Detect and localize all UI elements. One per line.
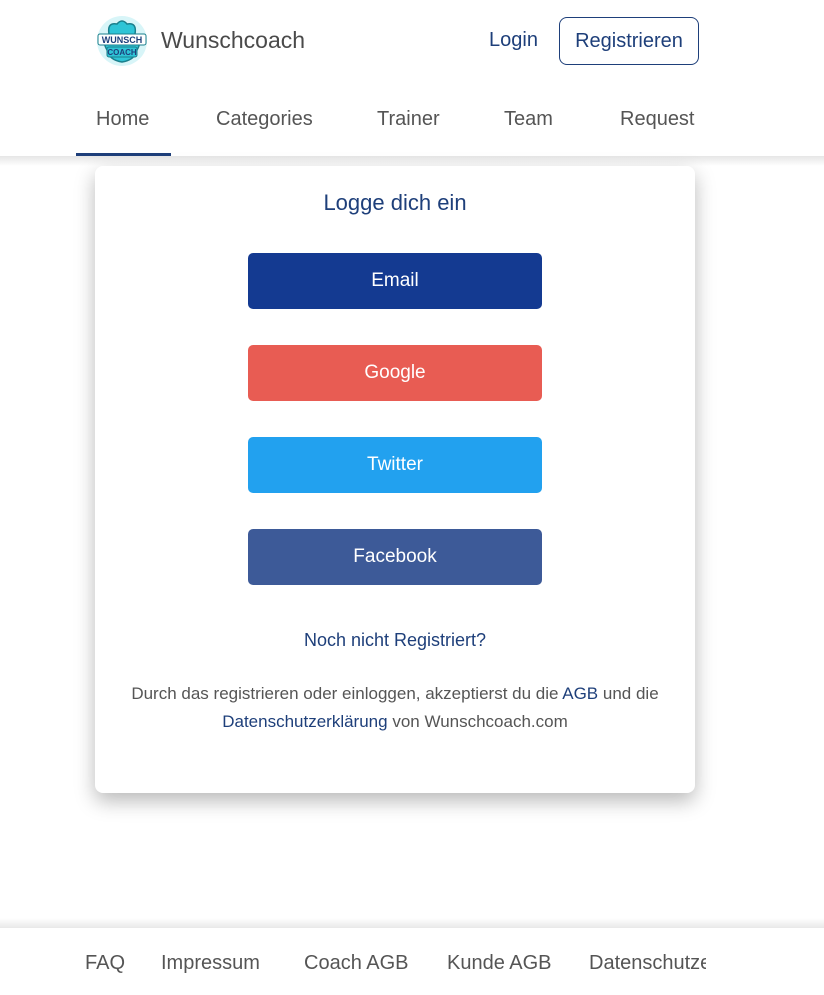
terms-part2: und die — [598, 684, 659, 703]
terms-text: Durch das registrieren oder einloggen, a… — [125, 680, 665, 736]
header-shadow — [0, 156, 824, 166]
footer-shadow — [0, 918, 824, 928]
email-login-button[interactable]: Email — [248, 253, 542, 309]
site-footer: FAQ Impressum Coach AGB Kunde AGB Datens… — [0, 928, 824, 995]
register-button[interactable]: Registrieren — [559, 17, 699, 65]
login-title: Logge dich ein — [323, 190, 467, 215]
terms-part3: von Wunschcoach.com — [387, 712, 568, 731]
login-card: Logge dich ein Email Google Twitter Face… — [95, 166, 695, 793]
footer-links: FAQ Impressum Coach AGB Kunde AGB Datens… — [0, 928, 706, 995]
facebook-login-button[interactable]: Facebook — [248, 529, 542, 585]
nav-item-home[interactable]: Home — [96, 108, 149, 131]
nav-item-team[interactable]: Team — [504, 108, 553, 131]
twitter-login-button[interactable]: Twitter — [248, 437, 542, 493]
footer-faq-link[interactable]: FAQ — [85, 952, 125, 975]
site-header: WUNSCH COACH Wunschcoach Login Registrie… — [0, 0, 824, 156]
nav-item-trainer[interactable]: Trainer — [377, 108, 440, 131]
privacy-link[interactable]: Datenschutzerklärung — [222, 712, 387, 731]
logo-text-top: WUNSCH — [102, 35, 143, 45]
login-link[interactable]: Login — [489, 29, 538, 52]
footer-coach-agb-link[interactable]: Coach AGB — [304, 952, 409, 975]
main-nav: Home Categories Trainer Team Request — [0, 100, 824, 156]
brand-name[interactable]: Wunschcoach — [161, 27, 305, 54]
nav-item-categories[interactable]: Categories — [216, 108, 313, 131]
footer-kunde-agb-link[interactable]: Kunde AGB — [447, 952, 552, 975]
agb-link[interactable]: AGB — [562, 684, 598, 703]
terms-part1: Durch das registrieren oder einloggen, a… — [131, 684, 563, 703]
footer-impressum-link[interactable]: Impressum — [161, 952, 260, 975]
google-login-button[interactable]: Google — [248, 345, 542, 401]
not-registered-link[interactable]: Noch nicht Registriert? — [95, 630, 695, 651]
logo-text-bottom: COACH — [107, 48, 137, 57]
nav-item-request[interactable]: Request — [620, 108, 695, 131]
footer-privacy-link[interactable]: Datenschutzerklärung — [589, 952, 706, 975]
wunschcoach-logo[interactable]: WUNSCH COACH — [95, 14, 149, 68]
